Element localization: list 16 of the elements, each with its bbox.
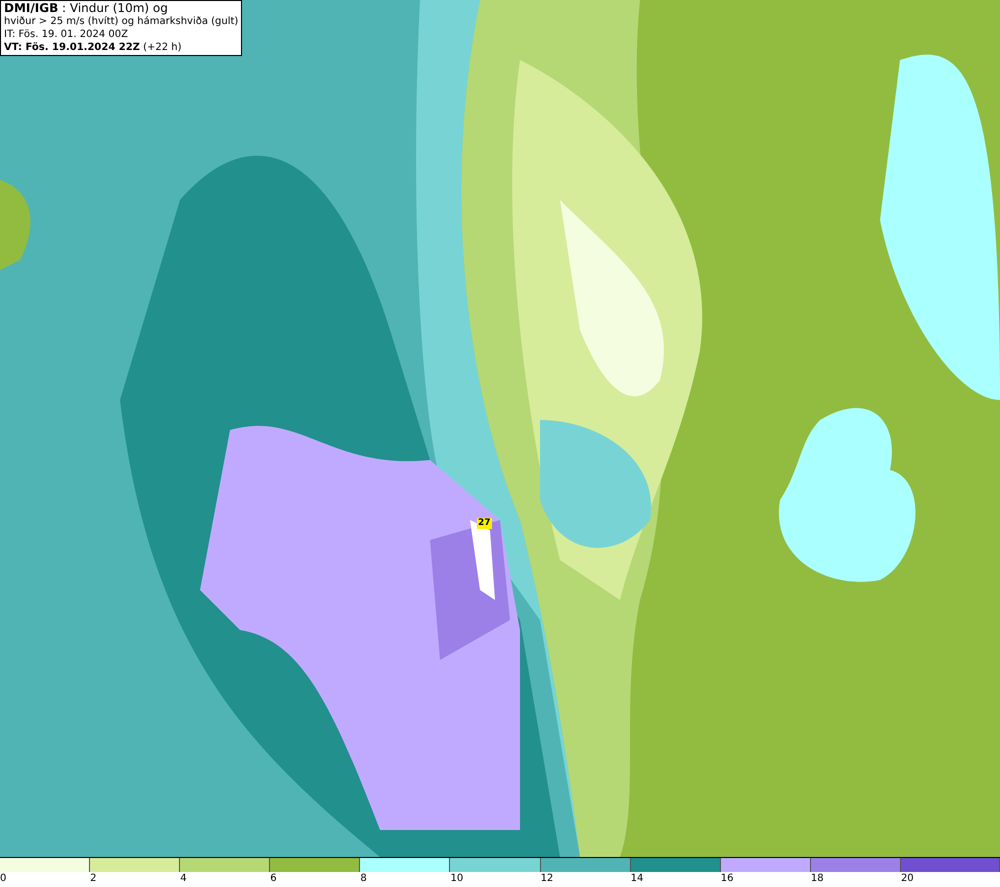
info-line: VT: Fös. 19.01.2024 22Z (+22 h) [4,41,183,54]
info-line: DMI/IGB : Vindur (10m) og [4,2,169,15]
legend-label: 8 [360,872,367,886]
legend-label: 6 [270,872,277,886]
legend-label: 4 [180,872,187,886]
legend-label: 16 [720,872,734,886]
info-line: IT: Fös. 19. 01. 2024 00Z [4,28,129,41]
legend-label: 20 [900,872,914,886]
info-line: hviður > 25 m/s (hvítt) og hámarkshviða (gult) [4,15,238,28]
legend-label: 14 [630,872,644,886]
gust-marker: 27 [477,518,492,529]
legend-label: 0 [0,872,6,886]
legend-label: 10 [450,872,464,886]
legend-label: 2 [90,872,96,886]
legend-label: 18 [810,872,824,886]
legend-label: 12 [540,872,554,886]
